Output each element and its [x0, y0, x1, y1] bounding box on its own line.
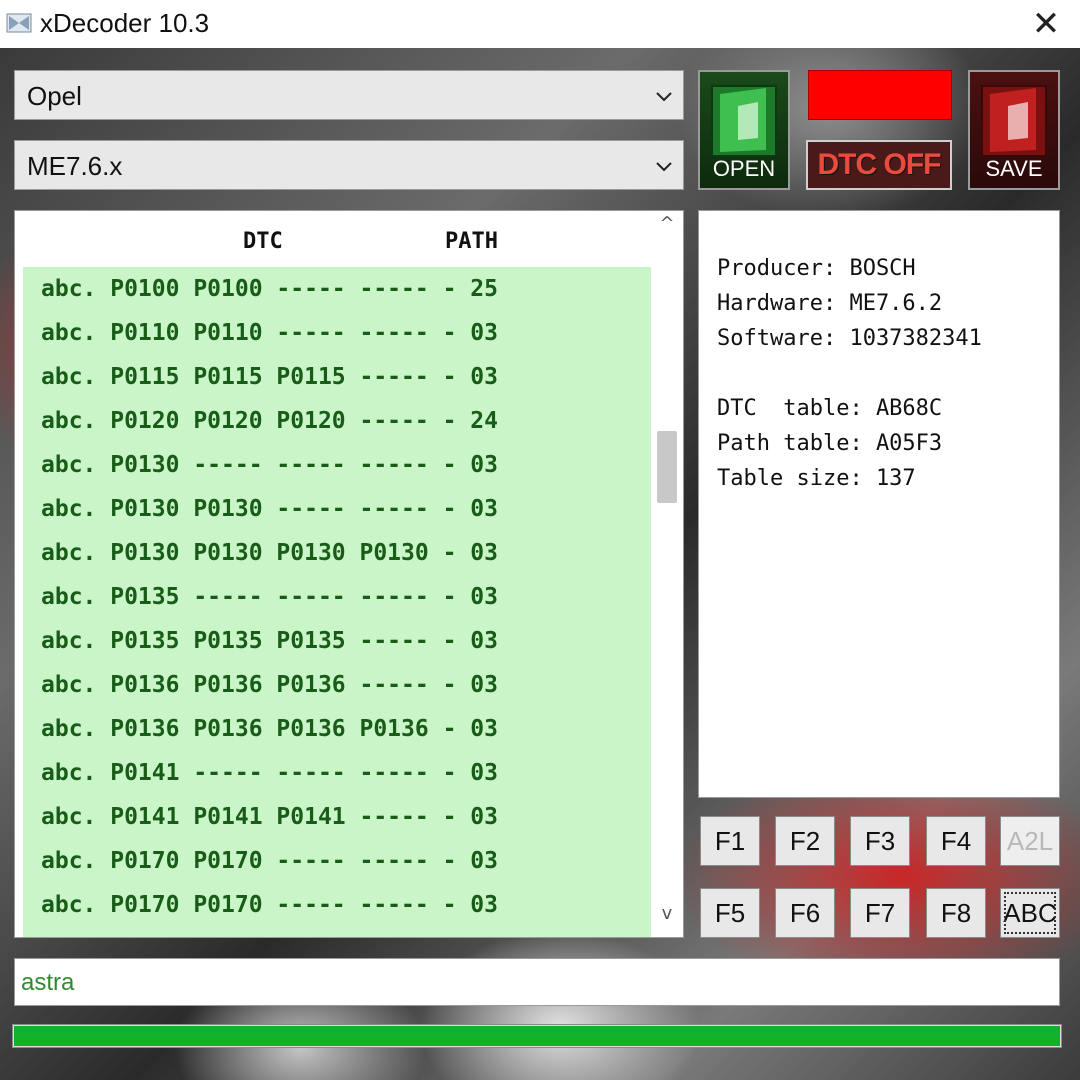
list-item[interactable]: abc. P0120 P0120 P0120 ----- - 24: [23, 399, 651, 443]
list-item[interactable]: abc. P0110 P0110 ----- ----- - 03: [23, 311, 651, 355]
chevron-down-icon: [656, 162, 672, 172]
ecu-info-panel: Producer: BOSCH Hardware: ME7.6.2 Softwa…: [698, 210, 1060, 798]
f8-button[interactable]: F8: [926, 888, 986, 938]
list-scrollbar[interactable]: ^ v: [651, 211, 683, 937]
list-item[interactable]: abc. P0136 P0136 P0136 ----- - 03: [23, 663, 651, 707]
dtc-list[interactable]: abc. P0100 P0100 ----- ----- - 25 abc. P…: [23, 267, 651, 937]
progress-bar: [12, 1024, 1062, 1048]
a2l-button[interactable]: A2L: [1000, 816, 1060, 866]
progress-fill: [14, 1026, 1060, 1046]
dtc-off-label: DTC OFF: [817, 148, 942, 181]
list-item[interactable]: abc. P0141 P0141 P0141 ----- - 03: [23, 795, 651, 839]
search-input-value: astra: [21, 969, 75, 996]
f5-button[interactable]: F5: [700, 888, 760, 938]
f3-button[interactable]: F3: [850, 816, 910, 866]
list-item[interactable]: abc. P0170 P0170 ----- ----- - 03: [23, 883, 651, 927]
close-icon[interactable]: ✕: [1026, 4, 1066, 44]
list-item[interactable]: abc. P0170 P0170 ----- ----- - 03: [23, 839, 651, 883]
list-item[interactable]: abc. P0130 ----- ----- ----- - 03: [23, 443, 651, 487]
f1-button[interactable]: F1: [700, 816, 760, 866]
save-button-label: SAVE: [985, 156, 1043, 181]
f4-button[interactable]: F4: [926, 816, 986, 866]
dtc-list-panel: DTC PATH abc. P0100 P0100 ----- ----- - …: [14, 210, 684, 938]
hardware-text: Hardware: ME7.6.2: [717, 291, 943, 316]
scroll-down-icon[interactable]: v: [651, 903, 683, 933]
dtc-list-header: DTC PATH: [15, 211, 651, 267]
save-disk-icon: [981, 85, 1047, 157]
list-item[interactable]: abc. P0135 P0135 P0135 ----- - 03: [23, 619, 651, 663]
save-button[interactable]: SAVE: [968, 70, 1060, 190]
f7-button[interactable]: F7: [850, 888, 910, 938]
dtc-off-button[interactable]: DTC OFF: [806, 140, 952, 190]
scrollbar-thumb[interactable]: [657, 431, 677, 504]
list-item[interactable]: abc. P0115 P0115 P0115 ----- - 03: [23, 355, 651, 399]
search-input[interactable]: astra: [14, 958, 1060, 1006]
list-item[interactable]: abc. P0135 ----- ----- ----- - 03: [23, 575, 651, 619]
list-item[interactable]: abc. P0141 ----- ----- ----- - 03: [23, 751, 651, 795]
make-select[interactable]: Opel: [14, 70, 684, 120]
open-button[interactable]: OPEN: [698, 70, 790, 190]
column-header-path: PATH: [445, 229, 498, 254]
scrollbar-track[interactable]: [655, 245, 679, 899]
dtc-table-text: DTC table: AB68C: [717, 396, 943, 421]
list-item[interactable]: abc. P0100 P0100 ----- ----- - 25: [23, 267, 651, 311]
ecu-select-value: ME7.6.x: [27, 151, 123, 181]
main-window: Opel ME7.6.x OPEN DTC OFF SAVE DTC PATH …: [0, 48, 1080, 1080]
f6-button[interactable]: F6: [775, 888, 835, 938]
path-table-text: Path table: A05F3: [717, 431, 943, 456]
open-folder-icon: [711, 85, 777, 157]
software-text: Software: 1037382341: [717, 326, 982, 351]
producer-text: Producer: BOSCH: [717, 256, 916, 281]
scroll-up-icon[interactable]: ^: [651, 213, 683, 243]
column-header-dtc: DTC: [243, 229, 283, 254]
abc-button[interactable]: ABC: [1000, 888, 1060, 938]
window-title: xDecoder 10.3: [40, 8, 210, 38]
f2-button[interactable]: F2: [775, 816, 835, 866]
chevron-down-icon: [656, 92, 672, 102]
list-item[interactable]: abc. P0130 P0130 ----- ----- - 03: [23, 487, 651, 531]
ecu-select[interactable]: ME7.6.x: [14, 140, 684, 190]
list-item[interactable]: abc. P0136 P0136 P0136 P0136 - 03: [23, 707, 651, 751]
app-icon: [6, 13, 32, 33]
open-button-label: OPEN: [712, 156, 776, 181]
title-bar: xDecoder 10.3 ✕: [0, 0, 1080, 48]
table-size-text: Table size: 137: [717, 466, 916, 491]
list-item[interactable]: abc. P0130 P0130 P0130 P0130 - 03: [23, 531, 651, 575]
status-indicator: [808, 70, 952, 120]
make-select-value: Opel: [27, 81, 82, 111]
